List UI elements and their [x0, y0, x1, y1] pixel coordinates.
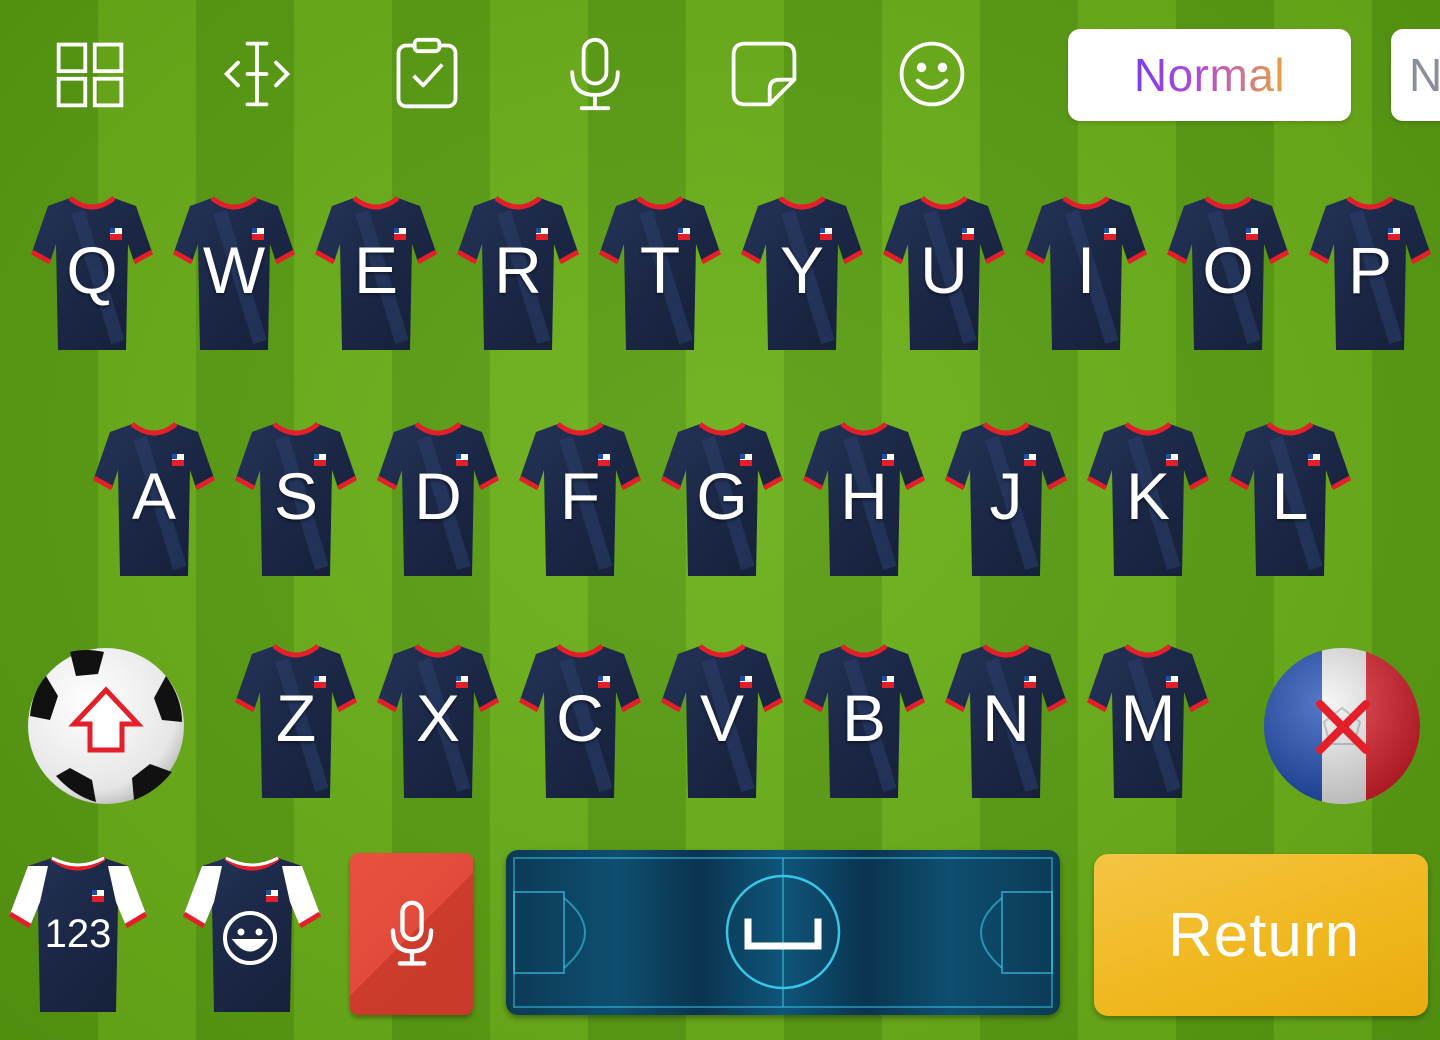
key-label: L	[1271, 459, 1309, 533]
key-v[interactable]: V	[660, 640, 784, 804]
key-m[interactable]: M	[1086, 640, 1210, 804]
key-label: V	[699, 681, 745, 755]
key-h[interactable]: H	[802, 418, 926, 582]
key-r[interactable]: R	[456, 192, 580, 356]
pitch-graphic	[513, 857, 1053, 1008]
key-q[interactable]: Q	[30, 192, 154, 356]
delete-x-icon	[1264, 648, 1420, 804]
font-mode-label: N	[1409, 49, 1440, 101]
key-p[interactable]: P	[1308, 192, 1432, 356]
key-label: H	[840, 459, 888, 533]
key-a[interactable]: A	[92, 418, 216, 582]
key-d[interactable]: D	[376, 418, 500, 582]
microphone-icon	[390, 900, 433, 966]
key-label: E	[353, 233, 399, 307]
shift-arrow-icon	[28, 648, 184, 804]
key-label: S	[273, 459, 319, 533]
key-y[interactable]: Y	[740, 192, 864, 356]
emoji-smile-icon[interactable]	[892, 34, 972, 114]
key-f[interactable]: F	[518, 418, 642, 582]
key-label: C	[556, 681, 604, 755]
key-i[interactable]: I	[1024, 192, 1148, 356]
key-label: B	[841, 681, 887, 755]
key-label: R	[494, 233, 542, 307]
key-n[interactable]: N	[944, 640, 1068, 804]
key-g[interactable]: G	[660, 418, 784, 582]
key-u[interactable]: U	[882, 192, 1006, 356]
key-z[interactable]: Z	[234, 640, 358, 804]
key-label: W	[202, 233, 266, 307]
key-label: K	[1125, 459, 1171, 533]
key-label: X	[415, 681, 461, 755]
key-label: Y	[779, 233, 825, 307]
key-label: P	[1347, 233, 1393, 307]
key-x[interactable]: X	[376, 640, 500, 804]
key-label: I	[1076, 233, 1096, 307]
font-mode-label: Normal	[1133, 49, 1286, 101]
key-label: N	[982, 681, 1030, 755]
key-label: D	[414, 459, 462, 533]
emoji-face-icon	[223, 911, 277, 965]
key-label: G	[696, 459, 748, 533]
sticker-icon[interactable]	[724, 34, 804, 114]
key-label: Z	[275, 681, 317, 755]
key-label: J	[989, 459, 1023, 533]
key-k[interactable]: K	[1086, 418, 1210, 582]
font-mode-next[interactable]: N	[1391, 29, 1440, 121]
return-key[interactable]: Return	[1094, 854, 1428, 1016]
key-label: A	[131, 459, 177, 533]
key-s[interactable]: S	[234, 418, 358, 582]
clipboard-icon[interactable]	[387, 34, 467, 114]
text-cursor-icon[interactable]	[217, 34, 297, 114]
microphone-icon[interactable]	[555, 34, 635, 114]
key-label: T	[639, 233, 681, 307]
key-w[interactable]: W	[172, 192, 296, 356]
key-label: Q	[66, 233, 118, 307]
delete-key[interactable]	[1262, 646, 1422, 806]
layout-grid-icon[interactable]	[50, 34, 130, 114]
emoji-key[interactable]	[182, 852, 322, 1018]
space-key[interactable]	[506, 850, 1060, 1015]
key-l[interactable]: L	[1228, 418, 1352, 582]
return-label: Return	[1167, 900, 1361, 970]
key-c[interactable]: C	[518, 640, 642, 804]
key-label: F	[559, 459, 601, 533]
dictation-key[interactable]	[350, 853, 473, 1015]
key-b[interactable]: B	[802, 640, 926, 804]
key-e[interactable]: E	[314, 192, 438, 356]
key-o[interactable]: O	[1166, 192, 1290, 356]
key-label: O	[1202, 233, 1254, 307]
key-t[interactable]: T	[598, 192, 722, 356]
numbers-key[interactable]: 123	[8, 852, 148, 1018]
shift-key[interactable]	[26, 646, 186, 806]
key-label: M	[1120, 681, 1176, 755]
numbers-label: 123	[44, 912, 112, 956]
font-mode-normal[interactable]: Normal	[1068, 29, 1351, 121]
key-label: U	[920, 233, 968, 307]
key-j[interactable]: J	[944, 418, 1068, 582]
